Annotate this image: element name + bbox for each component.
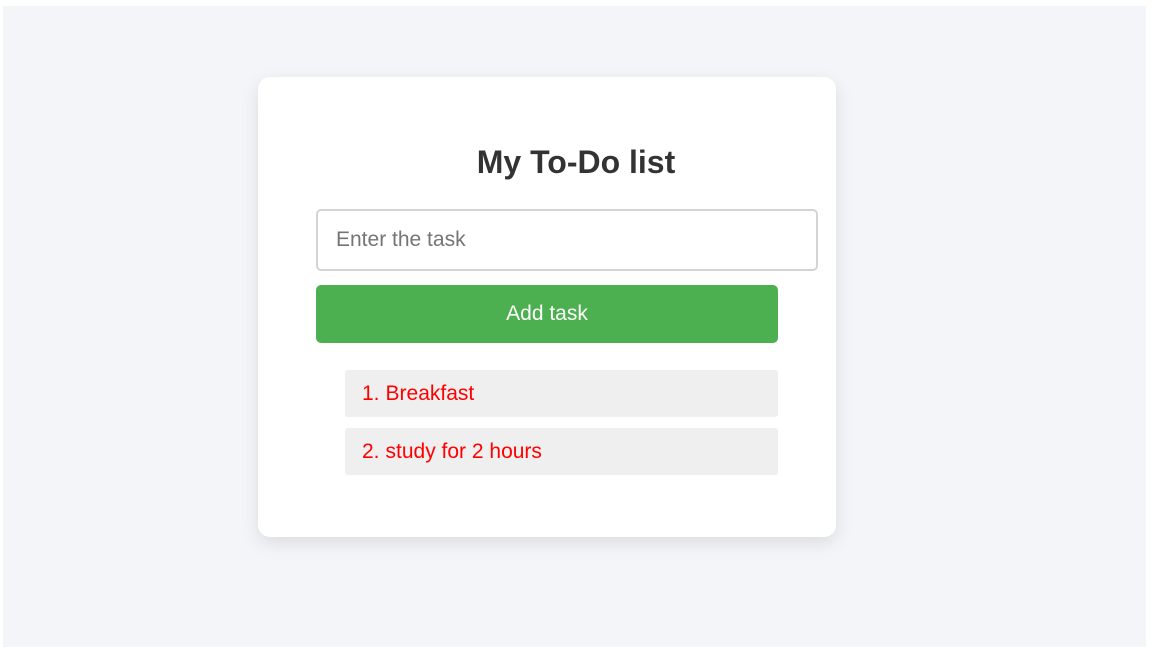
task-item[interactable]: 1. Breakfast — [345, 370, 778, 417]
task-list: 1. Breakfast 2. study for 2 hours — [345, 370, 778, 486]
task-number: 2. — [362, 439, 380, 463]
task-text: study for 2 hours — [385, 439, 542, 463]
task-text: Breakfast — [385, 381, 475, 405]
add-task-button[interactable]: Add task — [316, 285, 778, 343]
task-item[interactable]: 2. study for 2 hours — [345, 428, 778, 475]
page-title: My To-Do list — [476, 144, 676, 180]
task-number: 1. — [362, 381, 380, 405]
task-input[interactable] — [316, 209, 818, 271]
